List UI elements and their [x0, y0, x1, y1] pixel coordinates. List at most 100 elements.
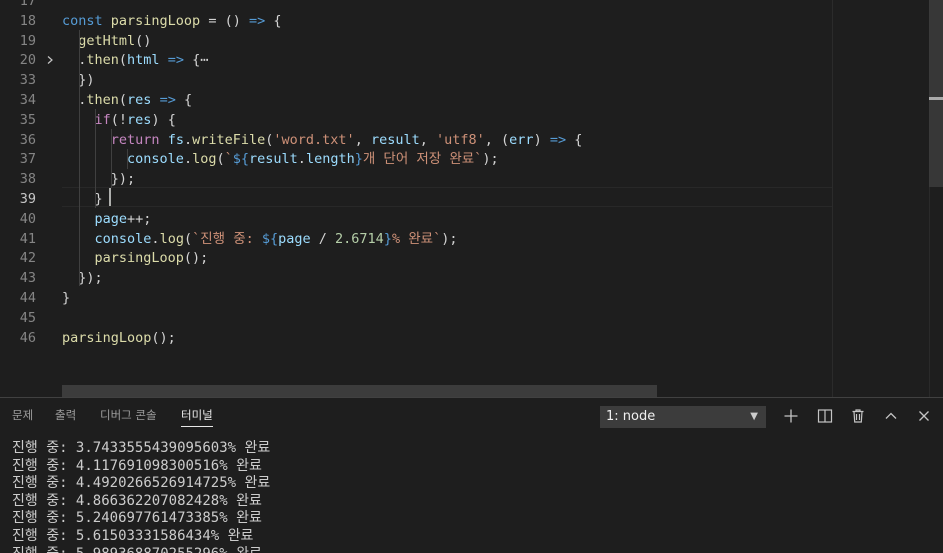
current-line-highlight: [62, 187, 832, 207]
code-token: );: [441, 230, 458, 247]
code-token: console: [94, 230, 152, 247]
line-number: 35: [19, 111, 36, 128]
code-line[interactable]: }: [62, 288, 70, 308]
code-line[interactable]: page++;: [62, 209, 152, 229]
code-token: (): [135, 32, 152, 49]
code-line[interactable]: getHtml(): [62, 31, 151, 51]
code-token: `: [224, 151, 233, 168]
code-token: err: [509, 131, 534, 148]
code-token: writeFile: [192, 131, 266, 148]
tab-problems[interactable]: 문제: [12, 398, 33, 433]
code-token: = (): [200, 12, 249, 29]
code-token: , (: [484, 131, 510, 148]
indent-guide: [79, 30, 80, 286]
code-token: parsingLoop: [62, 329, 152, 346]
maximize-panel-button[interactable]: [879, 405, 903, 427]
bottom-panel: 문제 출력 디버그 콘솔 터미널 1: node ▼ 진행 중: 3.74335…: [0, 397, 943, 553]
code-token: (: [183, 230, 193, 247]
code-token: }: [62, 290, 71, 306]
vertical-scrollbar-thumb[interactable]: [929, 0, 943, 187]
tab-terminal[interactable]: 터미널: [181, 398, 213, 433]
terminal-output[interactable]: 진행 중: 3.7433555439095603% 완료 진행 중: 4.1176…: [12, 440, 937, 553]
code-token: (!: [110, 111, 128, 128]
code-token: log: [192, 151, 217, 168]
code-line[interactable]: .then(res => {: [62, 90, 192, 110]
code-token: page: [94, 210, 128, 227]
code-token: });: [62, 171, 136, 188]
terminal-line: 진행 중: 4.4920266526914725% 완료: [12, 475, 271, 492]
code-token: then: [86, 52, 119, 69]
new-terminal-button[interactable]: [779, 405, 803, 427]
tab-debug-console[interactable]: 디버그 콘솔: [100, 398, 157, 433]
line-number: 36: [19, 131, 36, 148]
code-token: 'utf8': [436, 131, 485, 148]
code-token: `진행 중:: [192, 230, 262, 247]
code-token: .: [183, 151, 193, 168]
close-panel-button[interactable]: [912, 405, 936, 427]
code-token: result: [370, 131, 420, 148]
line-number: 44: [19, 290, 36, 306]
code-area[interactable]: const parsingLoop = () => { getHtml() .t…: [62, 0, 832, 397]
code-token: ) {: [151, 111, 176, 128]
terminal-line: 진행 중: 4.866362207082428% 완료: [12, 492, 262, 509]
code-editor[interactable]: 17 18 19 20 33 34 35 36 37 38 39 40 41 42 43 44 45 46 con…: [0, 0, 943, 397]
line-number: 18: [19, 12, 36, 29]
line-number: 41: [19, 230, 36, 247]
code-token: ++;: [127, 210, 152, 227]
code-line[interactable]: }: [62, 189, 103, 209]
code-line[interactable]: console.log(`진행 중: ${page / 2.6714}% 완료`…: [62, 229, 458, 249]
split-terminal-button[interactable]: [813, 405, 837, 427]
terminal-line: 진행 중: 4.117691098300516% 완료: [12, 457, 262, 474]
line-number: 39: [19, 191, 36, 207]
code-line[interactable]: parsingLoop();: [62, 328, 176, 348]
code-line[interactable]: });: [62, 169, 135, 189]
line-number: 43: [19, 270, 36, 287]
code-token: (: [118, 92, 128, 108]
indent-guide: [95, 109, 96, 208]
code-token: {: [183, 52, 201, 69]
kill-terminal-button[interactable]: [846, 405, 870, 427]
indent-guide: [111, 129, 112, 188]
line-number: 46: [19, 329, 36, 346]
code-token: then: [86, 92, 119, 108]
minimap[interactable]: [833, 0, 929, 397]
code-line[interactable]: return fs.writeFile('word.txt', result, …: [62, 130, 583, 150]
scrollbar-cursor-marker: [929, 97, 943, 100]
horizontal-scrollbar-thumb[interactable]: [62, 385, 657, 397]
line-number-gutter: 17 18 19 20 33 34 35 36 37 38 39 40 41 42 43 44 45 46: [0, 0, 62, 397]
code-token: ,: [354, 131, 371, 148]
code-token: getHtml: [78, 32, 136, 49]
code-token: 'word.txt': [273, 131, 355, 148]
terminal-line: 진행 중: 5.989368870255296% 완료: [12, 546, 937, 553]
line-number: 20: [19, 52, 36, 69]
code-token: if: [94, 111, 111, 128]
code-line[interactable]: .then(html => {⋯: [62, 50, 208, 70]
indent-guide: [127, 149, 128, 169]
code-token: }: [62, 191, 103, 207]
fold-chevron-right-icon[interactable]: [44, 50, 56, 70]
terminal-select-value: 1: node: [606, 409, 656, 424]
line-number: 40: [19, 210, 36, 227]
code-token: page: [278, 230, 311, 247]
code-token: {: [566, 131, 583, 148]
code-token: =>: [549, 131, 567, 148]
tab-output[interactable]: 출력: [55, 398, 76, 433]
code-token: ();: [151, 329, 176, 346]
code-token: =>: [248, 12, 266, 29]
code-token: }: [354, 151, 363, 168]
code-line[interactable]: });: [62, 268, 102, 288]
terminal-select[interactable]: 1: node ▼: [600, 406, 766, 428]
code-token: {: [265, 12, 282, 29]
chevron-up-icon: [885, 412, 897, 419]
code-token: {: [175, 92, 193, 108]
code-token: console: [127, 151, 184, 168]
line-number: 33: [19, 72, 36, 89]
code-token: const: [62, 12, 111, 29]
code-line[interactable]: parsingLoop();: [62, 248, 209, 268]
code-token: .: [62, 92, 87, 108]
code-token: .: [62, 52, 87, 69]
code-line[interactable]: const parsingLoop = () => {: [62, 11, 282, 31]
